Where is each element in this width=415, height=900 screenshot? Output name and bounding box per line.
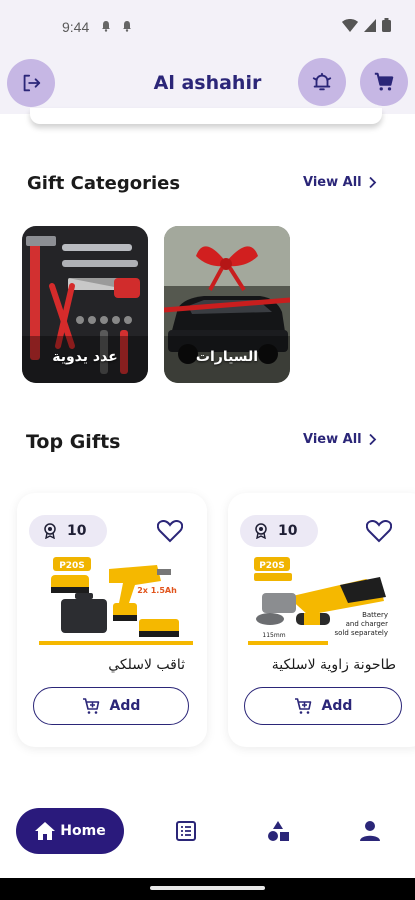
shapes-icon[interactable] bbox=[266, 819, 290, 843]
product-note: Battery bbox=[362, 611, 388, 619]
nav-home[interactable]: Home bbox=[16, 808, 124, 854]
brand-badge: P20S bbox=[259, 561, 285, 571]
category-card-hand-tools[interactable]: عدد يدوية bbox=[22, 226, 148, 383]
product-name: طاحونة زاوية لاسلكية bbox=[271, 657, 396, 673]
gift-categories-title: Gift Categories bbox=[27, 173, 181, 194]
points-badge: 10 bbox=[29, 515, 107, 547]
top-gifts-view-all[interactable]: View All bbox=[303, 432, 377, 447]
gift-card[interactable]: 10 P20S 2x 1.5Ah ثاقب لاسلكي Add bbox=[17, 493, 207, 747]
medal-icon bbox=[255, 523, 267, 539]
gift-categories-view-all[interactable]: View All bbox=[303, 175, 377, 190]
home-indicator[interactable] bbox=[150, 886, 265, 890]
add-button[interactable]: Add bbox=[33, 687, 189, 725]
status-indicators bbox=[342, 18, 391, 32]
angle-grinder-image: P20S Battery and charger sold separately… bbox=[248, 557, 388, 645]
bell-icon bbox=[312, 72, 332, 91]
add-label: Add bbox=[109, 698, 141, 714]
notification-bell-icon bbox=[102, 21, 110, 32]
chevron-right-icon bbox=[368, 433, 376, 446]
cart-button[interactable] bbox=[360, 58, 408, 106]
category-label: عدد يدوية bbox=[52, 349, 118, 365]
cart-plus-icon bbox=[294, 698, 311, 714]
product-note: sold separately bbox=[334, 629, 388, 637]
chevron-right-icon bbox=[368, 176, 376, 189]
category-label: السيارات bbox=[195, 349, 259, 365]
notification-bell-icon bbox=[123, 21, 131, 32]
medal-icon bbox=[44, 523, 56, 539]
signal-icon bbox=[364, 18, 376, 32]
points-badge: 10 bbox=[240, 515, 318, 547]
promo-banner[interactable] bbox=[30, 108, 382, 124]
app-header: Al ashahir bbox=[0, 50, 415, 114]
gesture-bar bbox=[0, 878, 415, 900]
cart-plus-icon bbox=[82, 698, 99, 714]
points-value: 10 bbox=[67, 523, 87, 539]
points-value: 10 bbox=[278, 523, 298, 539]
top-gifts-title: Top Gifts bbox=[26, 431, 121, 453]
view-all-label: View All bbox=[303, 432, 362, 447]
add-label: Add bbox=[321, 698, 353, 714]
list-icon[interactable] bbox=[174, 819, 198, 843]
product-note: and charger bbox=[346, 620, 388, 628]
view-all-label: View All bbox=[303, 175, 362, 190]
add-button[interactable]: Add bbox=[244, 687, 402, 725]
cart-icon bbox=[374, 72, 394, 91]
bottom-navigation: Home bbox=[0, 800, 415, 878]
cordless-drill-image: P20S 2x 1.5Ah bbox=[39, 557, 193, 645]
status-time: 9:44 bbox=[62, 19, 90, 35]
wifi-icon bbox=[342, 18, 358, 32]
nav-home-label: Home bbox=[60, 823, 106, 839]
category-card-cars[interactable]: السيارات bbox=[164, 226, 290, 383]
heart-icon[interactable] bbox=[366, 519, 392, 543]
home-icon bbox=[35, 822, 56, 840]
gift-card[interactable]: 10 P20S Battery and charger sold separat… bbox=[228, 493, 415, 747]
notifications-button[interactable] bbox=[298, 58, 346, 106]
battery-icon bbox=[382, 18, 391, 32]
brand-badge: P20S bbox=[59, 561, 85, 571]
profile-icon[interactable] bbox=[358, 819, 382, 843]
disc-size: 115mm bbox=[262, 632, 285, 639]
battery-tag: 2x 1.5Ah bbox=[137, 586, 177, 595]
product-name: ثاقب لاسلكي bbox=[108, 657, 185, 673]
status-bar: 9:44 bbox=[0, 0, 415, 50]
app-title: Al ashahir bbox=[153, 72, 262, 94]
heart-icon[interactable] bbox=[157, 519, 183, 543]
